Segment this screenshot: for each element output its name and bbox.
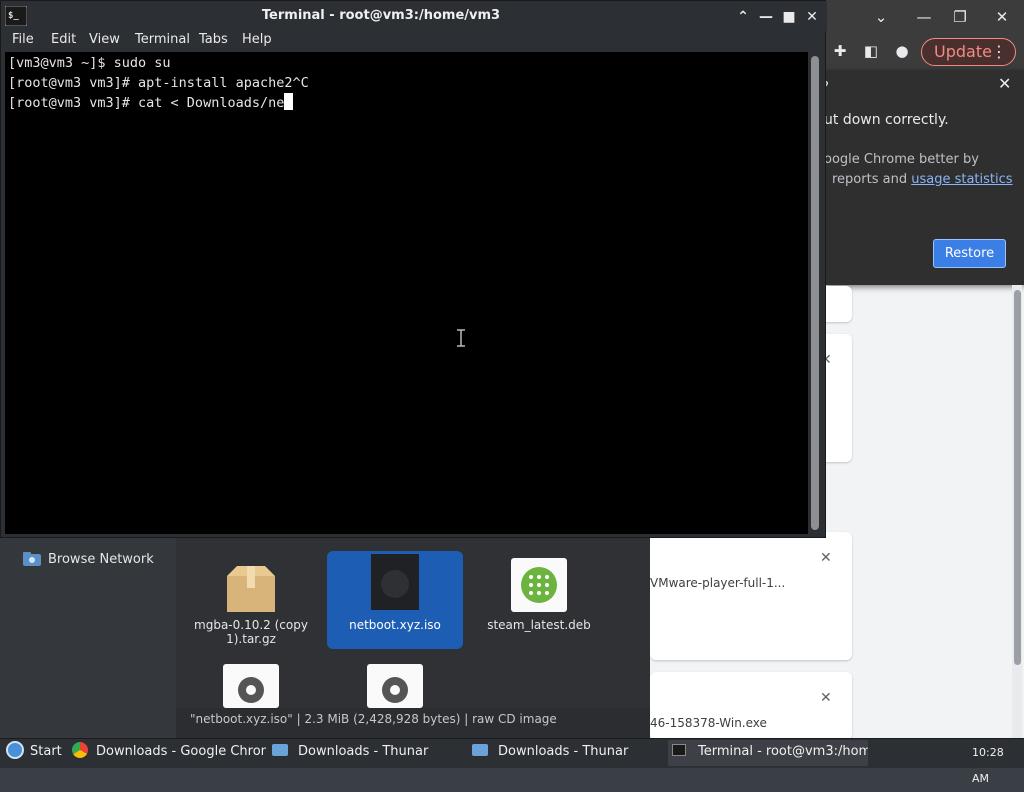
- task-label: Terminal - root@vm3:/hom...: [698, 744, 868, 759]
- task-button-thunar[interactable]: Downloads - Thunar: [468, 740, 666, 766]
- terminal-icon: [672, 744, 686, 756]
- menu-help[interactable]: Help: [242, 30, 272, 52]
- archive-box-icon: [227, 566, 275, 612]
- popup-message: ut down correctly.: [824, 112, 949, 128]
- terminal-menubar: File Edit View Terminal Tabs Help: [1, 30, 825, 52]
- start-menu-icon: [6, 741, 24, 759]
- popup-subtext-1: oogle Chrome better by: [824, 152, 979, 167]
- side-panel-icon[interactable]: ◧: [860, 42, 882, 62]
- close-icon[interactable]: ✕: [820, 690, 832, 706]
- popup-subtext-2: reports and usage statistics: [832, 172, 1013, 187]
- update-button[interactable]: Update ⋮: [921, 38, 1016, 66]
- minimize-icon[interactable]: —: [756, 7, 776, 27]
- window-title: Terminal - root@vm3:/home/vm3: [261, 8, 501, 23]
- terminal-line: [root@vm3 vm3]# apt-install apache2^C: [8, 75, 309, 91]
- update-label: Update: [934, 42, 992, 61]
- menu-view[interactable]: View: [89, 30, 120, 52]
- deb-package-icon: [511, 558, 567, 612]
- chrome-icon: [72, 742, 88, 758]
- menu-file[interactable]: File: [12, 30, 34, 52]
- more-menu-icon[interactable]: ⋮: [991, 39, 1007, 65]
- start-button[interactable]: Start⋮: [2, 740, 64, 766]
- task-label: Downloads - Google Chrome: [96, 744, 266, 759]
- clock[interactable]: 10:28 AM: [972, 740, 1024, 785]
- restore-button[interactable]: Restore: [933, 239, 1006, 268]
- restore-window-icon[interactable]: ❐: [948, 6, 972, 28]
- close-icon[interactable]: ✕: [998, 74, 1011, 93]
- file-label: steam_latest.deb: [487, 618, 591, 632]
- task-label: Downloads - Thunar: [298, 744, 429, 759]
- download-filename[interactable]: VMware-player-full-1...: [650, 576, 785, 590]
- file-label: netboot.xyz.iso: [349, 618, 441, 632]
- status-bar: "netboot.xyz.iso" | 2.3 MiB (2,428,928 b…: [190, 712, 557, 726]
- text-cursor: [284, 93, 294, 110]
- sidebar-item-browse-network[interactable]: Browse Network: [22, 550, 154, 568]
- thunar-sidebar: [0, 538, 176, 738]
- chevron-down-icon[interactable]: ⌄: [869, 6, 893, 28]
- profile-avatar-icon[interactable]: ●: [891, 42, 913, 62]
- scrollbar-thumb[interactable]: [811, 56, 819, 530]
- file-item[interactable]: steam_latest.deb: [471, 556, 607, 646]
- folder-icon: [472, 744, 488, 756]
- task-button-chrome[interactable]: Downloads - Google Chrome: [68, 740, 266, 766]
- task-button-terminal[interactable]: Terminal - root@vm3:/hom...: [668, 740, 868, 766]
- gear-file-icon[interactable]: [223, 664, 279, 708]
- task-label: Downloads - Thunar: [498, 744, 629, 759]
- folder-icon: [272, 744, 288, 756]
- file-item[interactable]: mgba-0.10.2 (copy 1).tar.gz: [183, 556, 319, 652]
- gear-file-icon[interactable]: [367, 664, 423, 708]
- file-item[interactable]: netboot.xyz.iso: [327, 554, 463, 646]
- start-label: Start: [30, 744, 62, 759]
- extensions-icon[interactable]: ✚: [829, 42, 851, 62]
- maximize-icon[interactable]: ■: [779, 7, 799, 27]
- menu-edit[interactable]: Edit: [51, 30, 76, 52]
- terminal-output[interactable]: [vm3@vm3 ~]$ sudo su [root@vm3 vm3]# apt…: [5, 52, 808, 534]
- terminal-line: [vm3@vm3 ~]$ sudo su: [8, 55, 171, 71]
- close-icon[interactable]: ✕: [820, 550, 832, 566]
- menu-tabs[interactable]: Tabs: [199, 30, 228, 52]
- terminal-line: [root@vm3 vm3]# cat < Downloads/ne: [8, 93, 808, 113]
- chevron-up-icon[interactable]: ⌃: [733, 7, 753, 27]
- terminal-titlebar[interactable]: $_ Terminal - root@vm3:/home/vm3 ⌃ — ■ ✕: [1, 1, 827, 31]
- close-icon[interactable]: ✕: [802, 7, 822, 27]
- sidebar-item-label: Browse Network: [48, 551, 154, 567]
- close-icon[interactable]: ✕: [990, 6, 1014, 28]
- file-label: mgba-0.10.2 (copy 1).tar.gz: [194, 618, 308, 646]
- download-filename[interactable]: 46-158378-Win.exe: [650, 716, 767, 730]
- menu-terminal[interactable]: Terminal: [135, 30, 190, 52]
- network-folder-icon: [23, 552, 41, 566]
- scrollbar-thumb[interactable]: [1014, 290, 1021, 665]
- disc-image-icon: [371, 554, 419, 610]
- usage-statistics-link[interactable]: usage statistics: [911, 172, 1012, 187]
- minimize-icon[interactable]: —: [912, 6, 936, 28]
- task-button-thunar[interactable]: Downloads - Thunar: [268, 740, 466, 766]
- ibeam-cursor-icon: [457, 329, 465, 347]
